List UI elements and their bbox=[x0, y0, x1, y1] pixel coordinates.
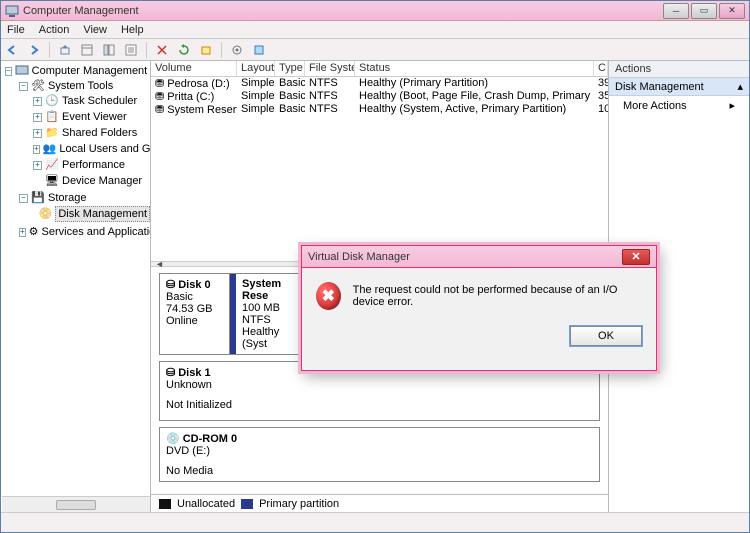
legend-swatch-primary bbox=[241, 499, 253, 509]
statusbar bbox=[1, 512, 749, 532]
col-layout[interactable]: Layout bbox=[237, 61, 275, 76]
clock-icon: 🕒 bbox=[45, 94, 59, 108]
error-dialog: Virtual Disk Manager ✕ ✖ The request cou… bbox=[301, 245, 657, 371]
expander-icon[interactable]: + bbox=[33, 113, 42, 122]
titlebar[interactable]: Computer Management ─ ▭ ✕ bbox=[1, 1, 749, 21]
minimize-button[interactable]: ─ bbox=[663, 3, 689, 19]
ok-button[interactable]: OK bbox=[570, 326, 642, 346]
window-title: Computer Management bbox=[23, 5, 663, 17]
expander-icon[interactable]: + bbox=[33, 97, 42, 106]
tree-event-viewer[interactable]: Event Viewer bbox=[62, 110, 127, 124]
folder-icon: 📁 bbox=[45, 126, 59, 140]
tree-device-manager[interactable]: Device Manager bbox=[62, 174, 142, 188]
back-button[interactable] bbox=[3, 41, 21, 59]
tree-task-scheduler[interactable]: Task Scheduler bbox=[62, 94, 137, 108]
users-icon: 👥 bbox=[43, 142, 57, 156]
device-icon: 🖥 bbox=[45, 174, 59, 188]
col-capacity[interactable]: C bbox=[594, 61, 608, 76]
event-icon: 📋 bbox=[45, 110, 59, 124]
disk-label: 💿CD-ROM 0 DVD (E:) No Media bbox=[160, 428, 599, 481]
app-icon bbox=[5, 4, 19, 18]
menu-help[interactable]: Help bbox=[121, 24, 144, 36]
cdrom-0[interactable]: 💿CD-ROM 0 DVD (E:) No Media bbox=[159, 427, 600, 482]
disk-unknown-icon: ⛁ bbox=[166, 366, 175, 379]
forward-button[interactable] bbox=[25, 41, 43, 59]
col-status[interactable]: Status bbox=[355, 61, 594, 76]
disk-label: ⛁Disk 0 Basic 74.53 GB Online bbox=[160, 274, 230, 354]
menubar: File Action View Help bbox=[1, 21, 749, 39]
volume-header[interactable]: Volume Layout Type File System Status C bbox=[151, 61, 608, 77]
toolbar bbox=[1, 39, 749, 61]
col-volume[interactable]: Volume bbox=[151, 61, 237, 76]
dialog-title: Virtual Disk Manager bbox=[308, 251, 622, 263]
perf-icon: 📈 bbox=[45, 158, 59, 172]
maximize-button[interactable]: ▭ bbox=[691, 3, 717, 19]
tree-local-users[interactable]: Local Users and Groups bbox=[59, 142, 151, 156]
tree-storage[interactable]: Storage bbox=[48, 191, 87, 205]
services-icon: ⚙ bbox=[29, 225, 39, 239]
tree-performance[interactable]: Performance bbox=[62, 158, 125, 172]
tree-disk-management[interactable]: Disk Management bbox=[55, 206, 150, 222]
expander-icon[interactable]: + bbox=[33, 145, 40, 154]
settings-button[interactable] bbox=[228, 41, 246, 59]
expander-icon[interactable]: − bbox=[19, 194, 28, 203]
up-button[interactable] bbox=[56, 41, 74, 59]
expander-icon[interactable]: + bbox=[19, 228, 26, 237]
computer-management-window: Computer Management ─ ▭ ✕ File Action Vi… bbox=[0, 0, 750, 533]
legend: Unallocated Primary partition bbox=[151, 494, 608, 512]
actions-section[interactable]: Disk Management ▴ bbox=[609, 78, 749, 96]
volume-list[interactable]: ⛃ Pedrosa (D:) Simple Basic NTFS Healthy… bbox=[151, 77, 608, 116]
export-button[interactable] bbox=[197, 41, 215, 59]
refresh-button[interactable] bbox=[175, 41, 193, 59]
tree-shared-folders[interactable]: Shared Folders bbox=[62, 126, 137, 140]
delete-button[interactable] bbox=[153, 41, 171, 59]
chevron-up-icon: ▴ bbox=[737, 80, 743, 93]
expander-icon[interactable]: + bbox=[33, 161, 42, 170]
expander-icon[interactable]: − bbox=[5, 67, 12, 76]
menu-file[interactable]: File bbox=[7, 24, 25, 36]
storage-icon: 💾 bbox=[31, 191, 45, 205]
legend-swatch-unallocated bbox=[159, 499, 171, 509]
close-button[interactable]: ✕ bbox=[719, 3, 745, 19]
drive-icon: ⛃ bbox=[155, 104, 164, 116]
cdrom-icon: 💿 bbox=[166, 432, 180, 445]
tree-services[interactable]: Services and Applications bbox=[42, 225, 151, 239]
actions-more[interactable]: More Actions ▸ bbox=[609, 96, 749, 115]
drive-icon: ⛃ bbox=[155, 91, 164, 103]
expander-icon[interactable]: − bbox=[19, 82, 28, 91]
volume-row[interactable]: ⛃ Pedrosa (D:) Simple Basic NTFS Healthy… bbox=[151, 77, 608, 90]
menu-view[interactable]: View bbox=[83, 24, 107, 36]
properties-button[interactable] bbox=[122, 41, 140, 59]
computer-icon bbox=[15, 64, 29, 78]
col-type[interactable]: Type bbox=[275, 61, 305, 76]
help-button[interactable] bbox=[250, 41, 268, 59]
disk-icon: ⛁ bbox=[166, 278, 175, 291]
dialog-titlebar[interactable]: Virtual Disk Manager ✕ bbox=[302, 246, 656, 268]
volume-row[interactable]: ⛃ Pritta (C:) Simple Basic NTFS Healthy … bbox=[151, 90, 608, 103]
chevron-right-icon: ▸ bbox=[729, 99, 735, 112]
tree-scrollbar[interactable] bbox=[2, 496, 150, 512]
disk-icon: 📀 bbox=[39, 207, 53, 221]
tree-system-tools[interactable]: System Tools bbox=[48, 79, 113, 93]
view-button-1[interactable] bbox=[78, 41, 96, 59]
drive-icon: ⛃ bbox=[155, 78, 164, 90]
volume-row[interactable]: ⛃ System Reserved Simple Basic NTFS Heal… bbox=[151, 103, 608, 116]
legend-primary: Primary partition bbox=[259, 498, 339, 510]
view-button-2[interactable] bbox=[100, 41, 118, 59]
expander-icon[interactable]: + bbox=[33, 129, 42, 138]
col-fs[interactable]: File System bbox=[305, 61, 355, 76]
error-icon: ✖ bbox=[316, 282, 341, 310]
actions-header: Actions bbox=[609, 61, 749, 78]
legend-unallocated: Unallocated bbox=[177, 498, 235, 510]
error-message: The request could not be performed becau… bbox=[353, 284, 642, 308]
menu-action[interactable]: Action bbox=[39, 24, 70, 36]
partition-system-reserved[interactable]: System Rese 100 MB NTFS Healthy (Syst bbox=[230, 274, 290, 354]
tools-icon: 🛠 bbox=[31, 79, 45, 93]
tree-root[interactable]: Computer Management (Local) bbox=[32, 64, 151, 78]
dialog-close-button[interactable]: ✕ bbox=[622, 249, 650, 265]
tree-pane[interactable]: −Computer Management (Local) −🛠System To… bbox=[1, 61, 151, 512]
